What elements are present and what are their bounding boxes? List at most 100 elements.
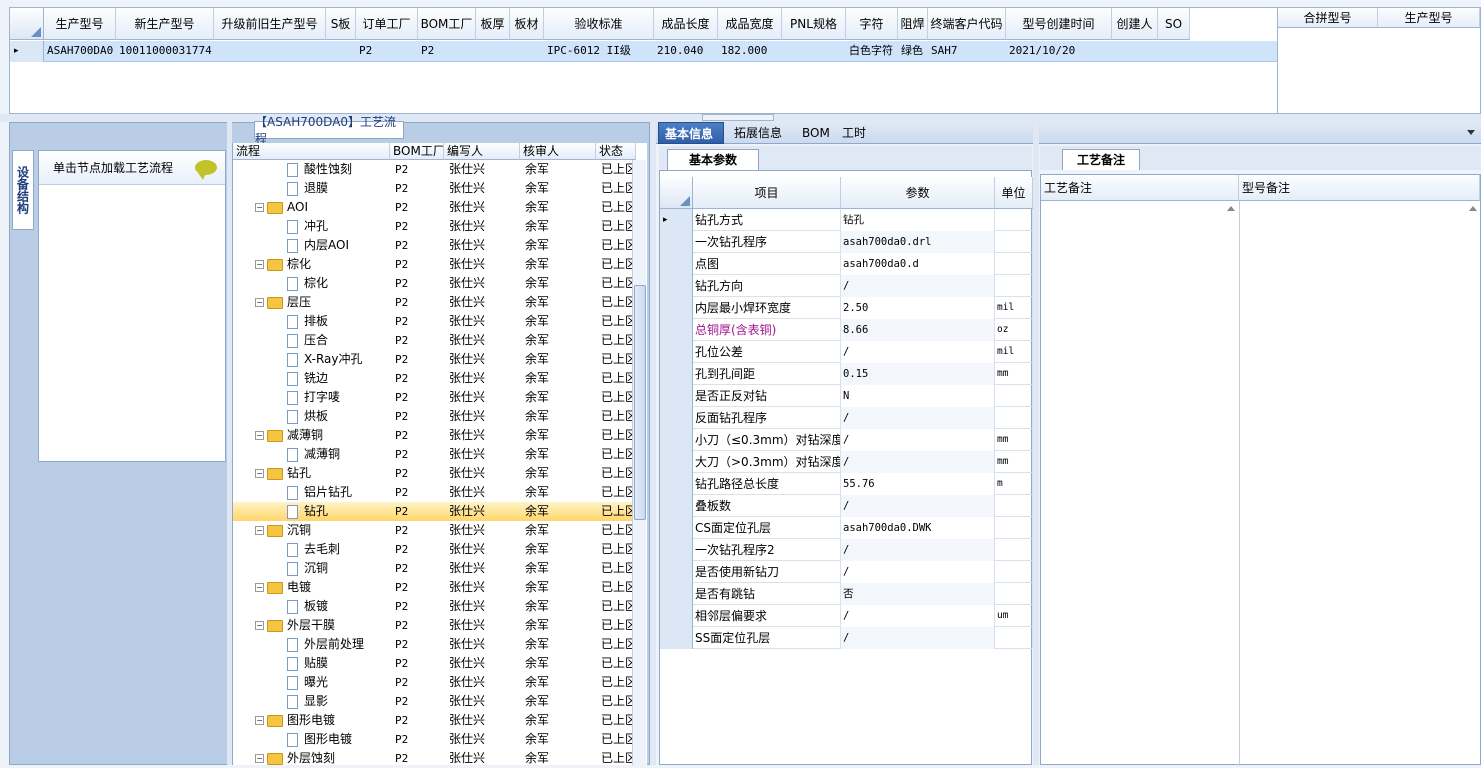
tree-node[interactable]: 内层AOI P2 张仕兴 余军 已上区 — [233, 236, 633, 255]
model-cell[interactable]: 182.000 — [718, 41, 782, 61]
model-cell[interactable] — [782, 41, 846, 61]
param-value[interactable]: asah700da0.drl — [841, 231, 995, 253]
param-row[interactable]: 孔到孔间距 0.15 mm — [660, 363, 1033, 385]
tree-node[interactable]: 棕化 P2 张仕兴 余军 已上区 — [233, 274, 633, 293]
model-cell[interactable]: ASAH700DA0 — [44, 41, 116, 61]
collapse-icon[interactable]: − — [255, 621, 264, 630]
model-cell[interactable]: 210.040 — [654, 41, 718, 61]
param-value[interactable]: 55.76 — [841, 473, 995, 495]
param-value[interactable]: / — [841, 539, 995, 561]
tree-node[interactable]: − 外层干膜 P2 张仕兴 余军 已上区 — [233, 616, 633, 635]
param-value[interactable]: / — [841, 605, 995, 627]
param-row[interactable]: ▸ 钻孔方式 钻孔 — [660, 209, 1033, 231]
remarks-col-model[interactable]: 型号备注 — [1239, 175, 1480, 201]
merge-col-header[interactable]: 合拼型号 — [1278, 8, 1378, 28]
param-value[interactable]: / — [841, 561, 995, 583]
right-vertical-splitter[interactable] — [1033, 122, 1039, 765]
col-header[interactable]: BOM工厂 — [418, 8, 476, 40]
collapse-icon[interactable]: − — [255, 583, 264, 592]
param-value[interactable]: / — [841, 429, 995, 451]
col-header[interactable]: 阻焊 — [898, 8, 928, 40]
collapse-icon[interactable]: − — [255, 526, 264, 535]
tree-node[interactable]: − 外层蚀刻 P2 张仕兴 余军 已上区 — [233, 749, 633, 768]
param-value[interactable]: 2.50 — [841, 297, 995, 319]
col-header[interactable]: 终端客户代码 — [928, 8, 1006, 40]
param-value[interactable]: asah700da0.DWK — [841, 517, 995, 539]
col-header[interactable]: PNL规格 — [782, 8, 846, 40]
tree-col-header[interactable]: 状态 — [596, 143, 636, 160]
param-value[interactable]: / — [841, 341, 995, 363]
model-cell[interactable] — [510, 41, 544, 61]
param-value[interactable]: / — [841, 275, 995, 297]
collapse-icon[interactable]: − — [255, 431, 264, 440]
tree-node[interactable]: 板镀 P2 张仕兴 余军 已上区 — [233, 597, 633, 616]
collapse-icon[interactable]: − — [255, 203, 264, 212]
tree-node[interactable]: 压合 P2 张仕兴 余军 已上区 — [233, 331, 633, 350]
col-header[interactable]: 验收标准 — [544, 8, 654, 40]
param-row[interactable]: 是否正反对钻 N — [660, 385, 1033, 407]
tree-node[interactable]: 图形电镀 P2 张仕兴 余军 已上区 — [233, 730, 633, 749]
param-value[interactable]: / — [841, 407, 995, 429]
tree-col-header[interactable]: 编写人 — [444, 143, 520, 160]
params-corner[interactable] — [660, 177, 693, 209]
tree-node[interactable]: 酸性蚀刻 P2 张仕兴 余军 已上区 — [233, 160, 633, 179]
param-row[interactable]: 钻孔路径总长度 55.76 m — [660, 473, 1033, 495]
tab-detail[interactable]: 基本信息 — [658, 122, 724, 144]
param-row[interactable]: CS面定位孔层 asah700da0.DWK — [660, 517, 1033, 539]
tab-detail[interactable]: BOM — [796, 122, 830, 144]
collapse-icon[interactable]: − — [255, 716, 264, 725]
param-row[interactable]: 一次钻孔程序2/ — [660, 539, 1033, 561]
model-cell[interactable]: 绿色 — [898, 41, 928, 61]
tree-node[interactable]: 打字唛 P2 张仕兴 余军 已上区 — [233, 388, 633, 407]
model-cell[interactable]: P2 — [356, 41, 418, 61]
col-header[interactable]: S板 — [326, 8, 356, 40]
tab-process-remarks[interactable]: 工艺备注 — [1062, 149, 1140, 170]
tree-node[interactable]: 排板 P2 张仕兴 余军 已上区 — [233, 312, 633, 331]
col-header[interactable]: 型号创建时间 — [1006, 8, 1112, 40]
model-cell[interactable]: 10011000031774 — [116, 41, 214, 61]
tree-scrollbar[interactable] — [632, 160, 646, 765]
tree-scroll-thumb[interactable] — [634, 285, 646, 520]
merge-col-header[interactable]: 生产型号 — [1378, 8, 1480, 28]
tab-detail[interactable]: 拓展信息 — [728, 122, 790, 144]
param-row[interactable]: 钻孔方向 / — [660, 275, 1033, 297]
param-value[interactable]: / — [841, 495, 995, 517]
col-header[interactable]: 升级前旧生产型号 — [214, 8, 326, 40]
model-cell[interactable] — [1158, 41, 1190, 61]
param-value[interactable]: / — [841, 451, 995, 473]
grid-corner[interactable] — [10, 8, 44, 40]
tab-detail[interactable]: 工时 — [836, 122, 872, 144]
param-row[interactable]: 相邻层偏要求 / um — [660, 605, 1033, 627]
collapse-icon[interactable]: − — [255, 298, 264, 307]
param-value[interactable]: 0.15 — [841, 363, 995, 385]
col-header[interactable]: 新生产型号 — [116, 8, 214, 40]
tree-node[interactable]: 钻孔 P2 张仕兴 余军 已上区 — [233, 502, 633, 521]
col-header[interactable]: 成品长度 — [654, 8, 718, 40]
tree-node[interactable]: − 钻孔 P2 张仕兴 余军 已上区 — [233, 464, 633, 483]
col-header[interactable]: SO — [1158, 8, 1190, 40]
tree-node[interactable]: − 棕化 P2 张仕兴 余军 已上区 — [233, 255, 633, 274]
param-value[interactable]: 8.66 — [841, 319, 995, 341]
tree-node[interactable]: − 图形电镀 P2 张仕兴 余军 已上区 — [233, 711, 633, 730]
tree-node[interactable]: − AOI P2 张仕兴 余军 已上区 — [233, 198, 633, 217]
collapse-icon[interactable]: − — [255, 754, 264, 763]
param-row[interactable]: 内层最小焊环宽度 2.50 mil — [660, 297, 1033, 319]
splitter-grip[interactable] — [702, 114, 774, 121]
main-vertical-splitter[interactable] — [650, 122, 656, 765]
param-row[interactable]: 小刀（≤0.3mm）对钻深度 / mm — [660, 429, 1033, 451]
tree-node[interactable]: 烘板 P2 张仕兴 余军 已上区 — [233, 407, 633, 426]
collapse-icon[interactable]: − — [255, 260, 264, 269]
param-value[interactable]: / — [841, 627, 995, 649]
tree-node[interactable]: − 沉铜 P2 张仕兴 余军 已上区 — [233, 521, 633, 540]
col-header[interactable]: 创建人 — [1112, 8, 1158, 40]
scroll-up-icon[interactable] — [1227, 206, 1235, 211]
tree-col-header[interactable]: 流程 — [233, 143, 390, 160]
tree-node[interactable]: − 电镀 P2 张仕兴 余军 已上区 — [233, 578, 633, 597]
model-cell[interactable] — [1112, 41, 1158, 61]
model-cell[interactable]: SAH7 — [928, 41, 1006, 61]
params-col-header[interactable]: 参数 — [841, 177, 995, 209]
params-col-header[interactable]: 单位 — [995, 177, 1033, 209]
tree-node[interactable]: − 减薄铜 P2 张仕兴 余军 已上区 — [233, 426, 633, 445]
tree-node[interactable]: 铣边 P2 张仕兴 余军 已上区 — [233, 369, 633, 388]
param-value[interactable]: N — [841, 385, 995, 407]
